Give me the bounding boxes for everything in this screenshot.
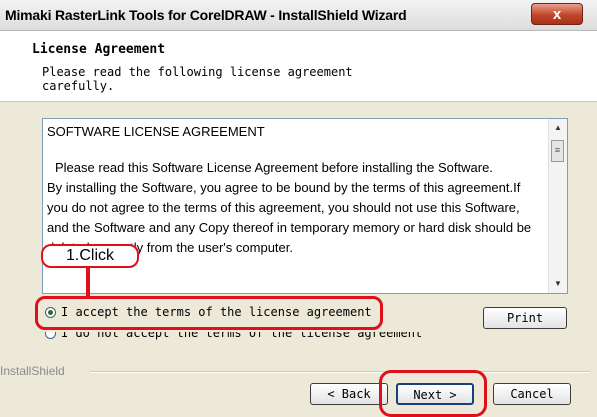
callout-pointer (86, 268, 90, 296)
decline-option[interactable]: I do not accept the terms of the license… (45, 332, 445, 344)
license-paragraph-1: Please read this Software License Agreem… (55, 160, 493, 175)
scroll-down-arrow-icon[interactable]: ▼ (549, 275, 567, 293)
decline-radio[interactable] (45, 332, 56, 339)
scroll-up-arrow-icon[interactable]: ▲ (549, 119, 567, 137)
print-button[interactable]: Print (483, 307, 567, 329)
page-title: License Agreement (32, 42, 166, 57)
page-description: Please read the following license agreem… (42, 65, 353, 93)
title-bar[interactable]: Mimaki RasterLink Tools for CorelDRAW - … (0, 0, 597, 31)
wizard-header: License Agreement Please read the follow… (0, 31, 597, 102)
license-heading: SOFTWARE LICENSE AGREEMENT (47, 124, 265, 139)
footer-divider (90, 371, 590, 373)
next-highlight (379, 370, 487, 417)
window-title: Mimaki RasterLink Tools for CorelDRAW - … (5, 7, 407, 23)
installshield-brand: InstallShield (0, 364, 65, 378)
close-icon: x (552, 6, 562, 23)
installshield-wizard-window: Mimaki RasterLink Tools for CorelDRAW - … (0, 0, 597, 417)
decline-label: I do not accept the terms of the license… (61, 332, 423, 340)
back-button[interactable]: < Back (310, 383, 388, 405)
close-button[interactable]: x (531, 3, 583, 25)
click-callout: 1.Click (41, 244, 139, 268)
cancel-button[interactable]: Cancel (493, 383, 571, 405)
scroll-thumb[interactable]: ≡ (551, 140, 564, 162)
accept-highlight (35, 296, 383, 330)
license-text: SOFTWARE LICENSE AGREEMENT Please read t… (47, 122, 543, 258)
license-scrollbar[interactable]: ▲ ≡ ▼ (548, 119, 567, 293)
